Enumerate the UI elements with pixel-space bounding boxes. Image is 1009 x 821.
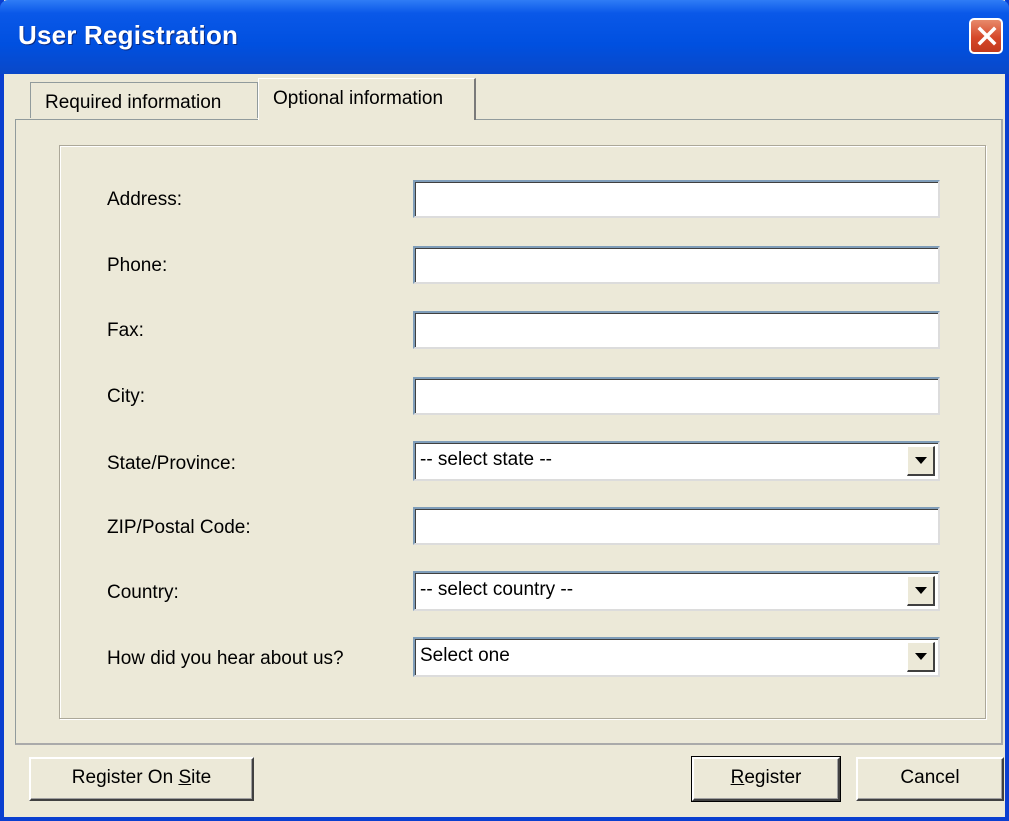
- hear-about-selected-value: Select one: [420, 645, 510, 666]
- zip-field[interactable]: [413, 507, 940, 545]
- fax-label: Fax:: [107, 320, 144, 341]
- state-dropdown-button[interactable]: [907, 446, 935, 476]
- phone-field[interactable]: [413, 246, 940, 284]
- register-on-site-mnemonic: S: [178, 767, 192, 788]
- chevron-down-icon: [915, 653, 927, 660]
- hear-about-label: How did you hear about us?: [107, 648, 344, 669]
- hear-about-dropdown-button[interactable]: [907, 642, 935, 672]
- city-label: City:: [107, 386, 145, 407]
- title-bar[interactable]: User Registration: [0, 0, 1009, 74]
- register-button[interactable]: Register: [691, 756, 841, 802]
- chevron-down-icon: [915, 457, 927, 464]
- tab-optional-information[interactable]: Optional information: [258, 78, 476, 120]
- tab-required-information[interactable]: Required information: [30, 82, 258, 118]
- fax-field[interactable]: [413, 311, 940, 349]
- state-selected-value: -- select state --: [420, 449, 552, 470]
- registration-dialog: User Registration Required information O…: [0, 0, 1009, 821]
- country-select[interactable]: -- select country --: [413, 571, 940, 611]
- register-label-suffix: egister: [744, 767, 802, 788]
- register-mnemonic: R: [730, 767, 745, 788]
- close-button[interactable]: [969, 18, 1003, 54]
- close-icon: [977, 26, 997, 46]
- register-on-site-button[interactable]: Register On Site: [29, 757, 254, 801]
- address-label: Address:: [107, 189, 182, 210]
- city-field[interactable]: [413, 377, 940, 415]
- cancel-button[interactable]: Cancel: [856, 757, 1004, 801]
- state-label: State/Province:: [107, 453, 236, 474]
- chevron-down-icon: [915, 587, 927, 594]
- state-select[interactable]: -- select state --: [413, 441, 940, 481]
- register-on-site-label-prefix: Register On: [71, 767, 179, 788]
- country-selected-value: -- select country --: [420, 579, 574, 600]
- hear-about-select[interactable]: Select one: [413, 637, 940, 677]
- address-field[interactable]: [413, 180, 940, 218]
- register-on-site-label-suffix: ite: [191, 767, 212, 788]
- phone-label: Phone:: [107, 255, 168, 276]
- optional-info-group: [59, 145, 986, 719]
- country-dropdown-button[interactable]: [907, 576, 935, 606]
- zip-label: ZIP/Postal Code:: [107, 517, 251, 538]
- country-label: Country:: [107, 582, 179, 603]
- window-title: User Registration: [18, 20, 239, 50]
